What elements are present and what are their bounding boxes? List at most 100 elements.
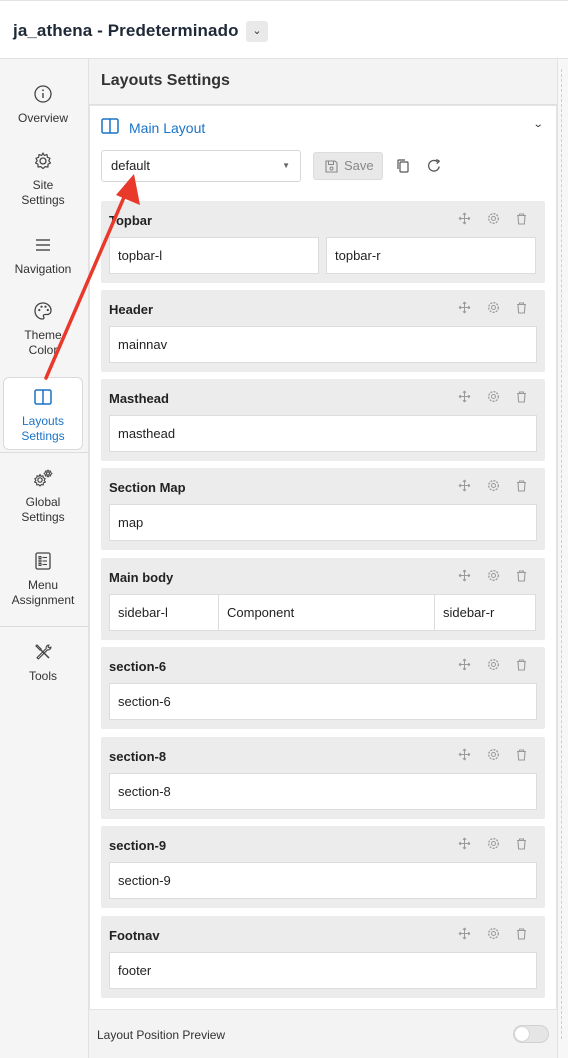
- layout-position[interactable]: section-8: [109, 773, 537, 810]
- save-button[interactable]: Save: [313, 152, 383, 180]
- gear-icon[interactable]: [487, 927, 500, 940]
- sidebar-divider: [0, 452, 89, 453]
- sidebar-item-label: Navigation: [14, 262, 72, 276]
- layout-block: Main body sidebar-l Component sidebar-r: [101, 558, 545, 640]
- sidebar-item-menu-assignment[interactable]: Menu Assignment: [0, 550, 86, 608]
- layout-position[interactable]: sidebar-r: [434, 594, 536, 631]
- menu-icon: [32, 234, 54, 256]
- sidebar-item-label: Site Settings: [21, 178, 65, 207]
- trash-icon[interactable]: [515, 301, 528, 314]
- page-title: Layouts Settings: [101, 72, 230, 89]
- layout-position[interactable]: topbar-r: [326, 237, 536, 274]
- page-header: Layouts Settings: [89, 59, 557, 105]
- refresh-icon[interactable]: [426, 158, 442, 174]
- gear-icon[interactable]: [487, 479, 500, 492]
- trash-icon[interactable]: [515, 927, 528, 940]
- sidebar-item-navigation[interactable]: Navigation: [0, 234, 86, 277]
- copy-icon[interactable]: [395, 158, 411, 174]
- sidebar-item-label: Layouts Settings: [21, 414, 65, 443]
- trash-icon[interactable]: [515, 837, 528, 850]
- gear-icon[interactable]: [487, 212, 500, 225]
- move-icon[interactable]: [458, 569, 471, 582]
- main-layout-panel: Main Layout ⌄ default ▼ Save Topbar topba…: [89, 105, 557, 1010]
- scrollbar-track: [561, 69, 565, 1039]
- trash-icon[interactable]: [515, 748, 528, 761]
- chevron-down-icon[interactable]: ⌄: [533, 119, 544, 130]
- info-icon: [32, 83, 54, 105]
- trash-icon[interactable]: [515, 390, 528, 403]
- trash-icon[interactable]: [515, 212, 528, 225]
- gear-icon[interactable]: [487, 837, 500, 850]
- layout-block-name: section-8: [109, 749, 167, 764]
- move-icon[interactable]: [458, 479, 471, 492]
- move-icon[interactable]: [458, 748, 471, 761]
- sidebar-item-site-settings[interactable]: Site Settings: [0, 150, 86, 208]
- layout-select[interactable]: default ▼: [101, 150, 301, 182]
- layout-block-name: section-9: [109, 838, 167, 853]
- layout-block-name: section-6: [109, 659, 167, 674]
- layout-block: Header mainnav: [101, 290, 545, 372]
- layout-columns-icon: [32, 386, 54, 408]
- gear-icon: [32, 150, 54, 172]
- move-icon[interactable]: [458, 927, 471, 940]
- sidebar-item-label: Tools: [28, 669, 57, 683]
- layout-position[interactable]: topbar-l: [109, 237, 319, 274]
- sidebar-item-label: Global Settings: [21, 495, 65, 524]
- template-title: ja_athena - Predeterminado: [13, 21, 239, 40]
- move-icon[interactable]: [458, 212, 471, 225]
- layout-block: Masthead masthead: [101, 379, 545, 461]
- layout-position[interactable]: map: [109, 504, 537, 541]
- move-icon[interactable]: [458, 301, 471, 314]
- sidebar-item-theme-color[interactable]: Theme Color: [0, 300, 86, 358]
- gear-icon[interactable]: [487, 569, 500, 582]
- layout-position[interactable]: footer: [109, 952, 537, 989]
- layout-block-name: Section Map: [109, 480, 186, 495]
- layout-block: Section Map map: [101, 468, 545, 550]
- template-dropdown-button[interactable]: ⌄: [246, 21, 268, 42]
- layout-block: section-6 section-6: [101, 647, 545, 729]
- sidebar-item-tools[interactable]: Tools: [0, 641, 86, 684]
- sidebar-item-label: Theme Color: [24, 328, 62, 357]
- gear-icon[interactable]: [487, 301, 500, 314]
- gears-icon: [32, 467, 54, 489]
- gear-icon[interactable]: [487, 658, 500, 671]
- move-icon[interactable]: [458, 837, 471, 850]
- list-icon: [32, 550, 54, 572]
- trash-icon[interactable]: [515, 658, 528, 671]
- layout-position[interactable]: masthead: [109, 415, 537, 452]
- caret-down-icon: ▼: [282, 161, 290, 170]
- layout-position[interactable]: section-9: [109, 862, 537, 899]
- panel-header[interactable]: Main Layout ⌄: [90, 106, 556, 146]
- sidebar-item-global-settings[interactable]: Global Settings: [0, 467, 86, 525]
- panel-title: Main Layout: [129, 120, 206, 136]
- layout-block: section-9 section-9: [101, 826, 545, 908]
- layout-position-preview-label: Layout Position Preview: [97, 1028, 226, 1042]
- save-button-label: Save: [344, 158, 374, 173]
- layout-position[interactable]: section-6: [109, 683, 537, 720]
- layout-block: Topbar topbar-l topbar-r: [101, 201, 545, 283]
- move-icon[interactable]: [458, 658, 471, 671]
- sidebar-divider: [0, 626, 89, 627]
- layout-position[interactable]: mainnav: [109, 326, 537, 363]
- sidebar-item-overview[interactable]: Overview: [0, 83, 86, 126]
- save-icon: [325, 160, 338, 173]
- move-icon[interactable]: [458, 390, 471, 403]
- layout-block: section-8 section-8: [101, 737, 545, 819]
- sidebar-item-layouts-settings[interactable]: Layouts Settings: [3, 377, 83, 450]
- layout-columns-icon: [101, 118, 119, 134]
- vertical-scrollbar[interactable]: [557, 59, 568, 1058]
- palette-icon: [32, 300, 54, 322]
- sidebar: Overview Site Settings Navigation Theme …: [0, 59, 89, 1058]
- trash-icon[interactable]: [515, 479, 528, 492]
- gear-icon[interactable]: [487, 748, 500, 761]
- tools-icon: [32, 641, 54, 663]
- layout-block-name: Header: [109, 302, 154, 317]
- layout-position-preview-toggle[interactable]: [513, 1025, 549, 1043]
- trash-icon[interactable]: [515, 569, 528, 582]
- top-bar: ja_athena - Predeterminado ⌄: [0, 0, 568, 59]
- layout-block-name: Main body: [109, 570, 174, 585]
- gear-icon[interactable]: [487, 390, 500, 403]
- layout-block: Footnav footer: [101, 916, 545, 998]
- layout-block-name: Footnav: [109, 928, 160, 943]
- layout-select-value: default: [111, 158, 151, 173]
